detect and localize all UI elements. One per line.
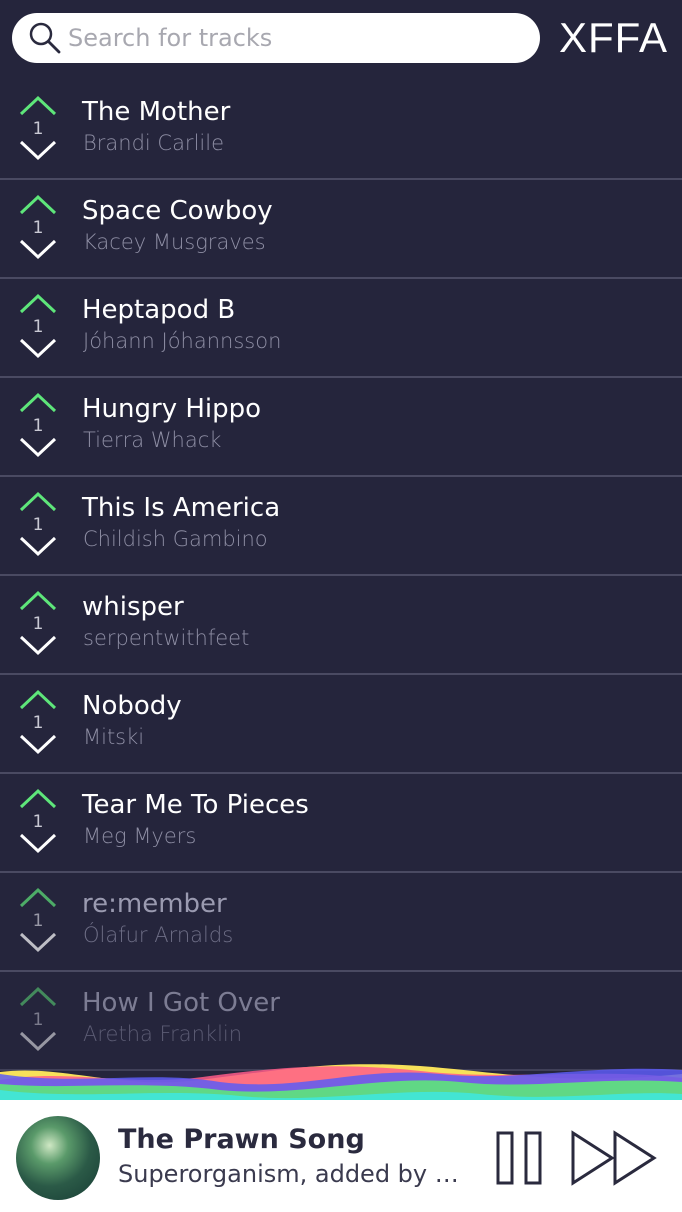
vote-count: 1 <box>32 911 44 931</box>
vote-control: 1 <box>18 590 58 662</box>
chevron-up-icon[interactable] <box>18 293 58 315</box>
track-row[interactable]: 1 Nobody Mitski <box>0 675 682 774</box>
track-row[interactable]: 1 Space Cowboy Kacey Musgraves <box>0 180 682 279</box>
now-playing-bar: The Prawn Song Superorganism, added by h… <box>0 1100 682 1212</box>
vote-count: 1 <box>32 515 44 535</box>
search-icon <box>29 22 61 54</box>
chevron-up-icon[interactable] <box>18 689 58 711</box>
vote-control: 1 <box>18 194 58 266</box>
track-title: Space Cowboy <box>82 196 273 226</box>
chevron-up-icon[interactable] <box>18 95 58 117</box>
track-title: re:member <box>82 889 227 919</box>
chevron-down-icon[interactable] <box>18 238 58 260</box>
search-input[interactable] <box>68 24 508 52</box>
track-artist: Kacey Musgraves <box>83 230 266 254</box>
track-artist: Meg Myers <box>83 824 197 848</box>
vote-control: 1 <box>18 887 58 959</box>
vote-count: 1 <box>32 812 44 832</box>
vote-control: 1 <box>18 491 58 563</box>
track-artist: Childish Gambino <box>83 527 268 551</box>
chevron-down-icon[interactable] <box>18 436 58 458</box>
chevron-down-icon[interactable] <box>18 1030 58 1052</box>
chevron-down-icon[interactable] <box>18 931 58 953</box>
chevron-down-icon[interactable] <box>18 733 58 755</box>
vote-count: 1 <box>32 713 44 733</box>
track-title: The Mother <box>82 97 231 127</box>
track-title: Heptapod B <box>82 295 236 325</box>
track-artist: serpentwithfeet <box>83 626 250 650</box>
now-playing-title: The Prawn Song <box>118 1124 365 1155</box>
chevron-up-icon[interactable] <box>18 887 58 909</box>
track-row[interactable]: 1 whisper serpentwithfeet <box>0 576 682 675</box>
track-artist: Mitski <box>83 725 145 749</box>
chevron-down-icon[interactable] <box>18 139 58 161</box>
album-art[interactable] <box>16 1116 100 1200</box>
chevron-down-icon[interactable] <box>18 337 58 359</box>
vote-count: 1 <box>32 614 44 634</box>
pause-icon[interactable] <box>494 1130 546 1186</box>
chevron-down-icon[interactable] <box>18 832 58 854</box>
vote-control: 1 <box>18 689 58 761</box>
vote-control: 1 <box>18 293 58 365</box>
track-row[interactable]: 1 Hungry Hippo Tierra Whack <box>0 378 682 477</box>
track-title: Tear Me To Pieces <box>82 790 309 820</box>
track-row[interactable]: 1 re:member Ólafur Arnalds <box>0 873 682 972</box>
vote-control: 1 <box>18 986 58 1058</box>
track-artist: Jóhann Jóhannsson <box>83 329 282 353</box>
vote-control: 1 <box>18 788 58 860</box>
track-row[interactable]: 1 This Is America Childish Gambino <box>0 477 682 576</box>
chevron-up-icon[interactable] <box>18 986 58 1008</box>
chevron-down-icon[interactable] <box>18 535 58 557</box>
chevron-up-icon[interactable] <box>18 491 58 513</box>
vote-count: 1 <box>32 218 44 238</box>
track-row[interactable]: 1 Heptapod B Jóhann Jóhannsson <box>0 279 682 378</box>
vote-count: 1 <box>32 416 44 436</box>
track-artist: Ólafur Arnalds <box>83 923 234 947</box>
search-bar[interactable] <box>12 13 540 63</box>
track-title: whisper <box>82 592 184 622</box>
vote-count: 1 <box>32 1010 44 1030</box>
track-artist: Brandi Carlile <box>83 131 224 155</box>
track-title: Hungry Hippo <box>82 394 262 424</box>
vote-control: 1 <box>18 95 58 167</box>
track-title: How I Got Over <box>82 988 280 1018</box>
now-playing-subtitle: Superorganism, added by h... <box>118 1160 468 1188</box>
chevron-up-icon[interactable] <box>18 392 58 414</box>
vote-count: 1 <box>32 119 44 139</box>
chevron-up-icon[interactable] <box>18 788 58 810</box>
header: XFFA <box>0 0 682 80</box>
vote-count: 1 <box>32 317 44 337</box>
chevron-up-icon[interactable] <box>18 194 58 216</box>
track-title: Nobody <box>82 691 182 721</box>
track-row[interactable]: 1 How I Got Over Aretha Franklin <box>0 972 682 1071</box>
chevron-down-icon[interactable] <box>18 634 58 656</box>
vote-control: 1 <box>18 392 58 464</box>
chevron-up-icon[interactable] <box>18 590 58 612</box>
track-artist: Aretha Franklin <box>83 1022 243 1046</box>
track-artist: Tierra Whack <box>83 428 222 452</box>
track-list: 1 The Mother Brandi Carlile 1 Space Cowb… <box>0 81 682 1071</box>
skip-forward-icon[interactable] <box>570 1130 660 1186</box>
track-row[interactable]: 1 The Mother Brandi Carlile <box>0 81 682 180</box>
app-logo: XFFA <box>558 14 668 61</box>
track-row[interactable]: 1 Tear Me To Pieces Meg Myers <box>0 774 682 873</box>
track-title: This Is America <box>82 493 281 523</box>
